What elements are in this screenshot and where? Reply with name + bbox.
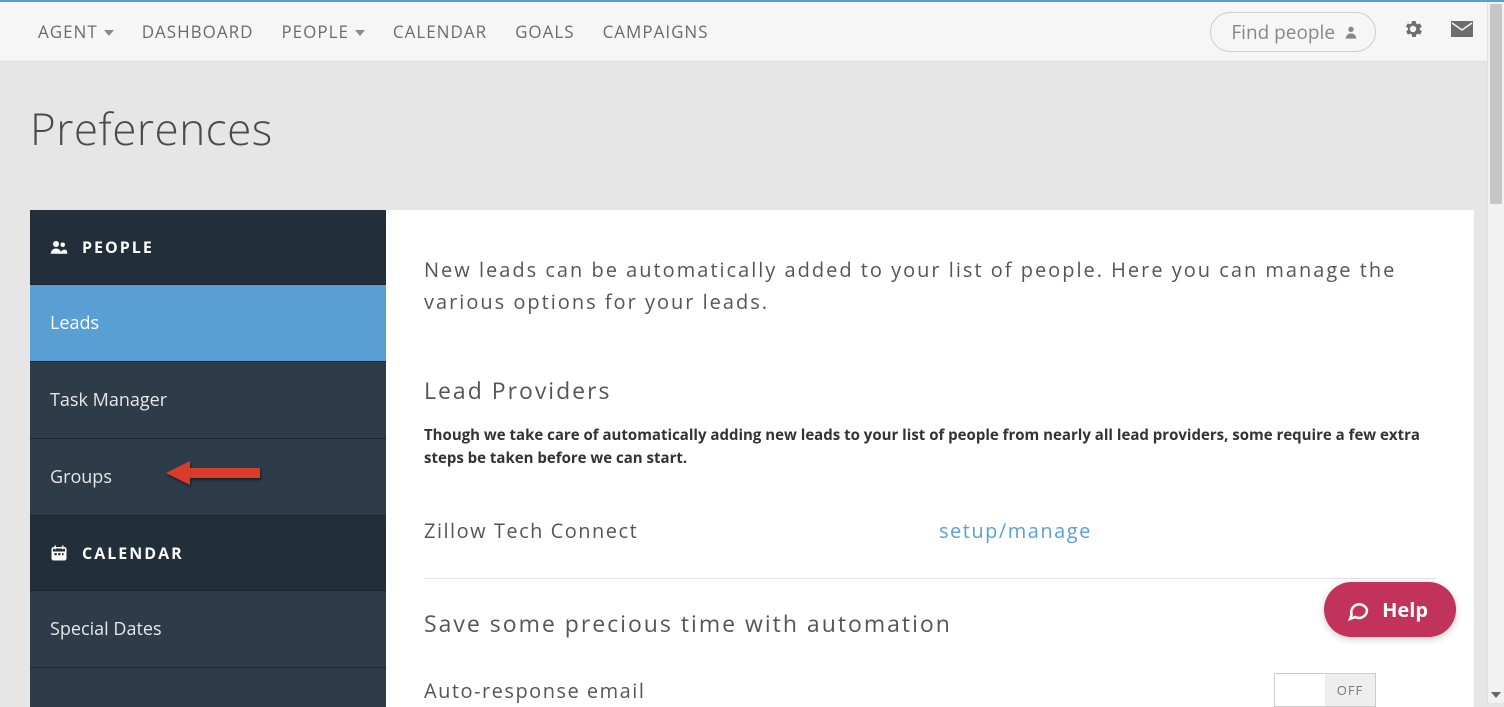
nav-goals-label: GOALS xyxy=(515,20,575,43)
content-wrap: PEOPLE Leads Task Manager Groups xyxy=(30,210,1474,707)
help-button[interactable]: Help xyxy=(1324,582,1456,637)
sidebar-section-calendar-label: CALENDAR xyxy=(82,542,184,564)
nav-campaigns[interactable]: CAMPAIGNS xyxy=(603,20,709,43)
envelope-icon xyxy=(1450,17,1474,41)
lead-providers-subtext: Though we take care of automatically add… xyxy=(424,424,1436,469)
top-nav-bar: AGENT DASHBOARD PEOPLE CALENDAR GOALS CA… xyxy=(0,0,1504,62)
find-people-button[interactable]: Find people xyxy=(1210,12,1376,52)
mail-button[interactable] xyxy=(1450,17,1474,46)
chevron-down-icon xyxy=(104,30,114,36)
sidebar-item-task-manager-label: Task Manager xyxy=(50,388,167,412)
nav-agent[interactable]: AGENT xyxy=(38,20,114,43)
auto-response-row: Auto-response email OFF xyxy=(424,673,1436,707)
auto-response-toggle[interactable]: OFF xyxy=(1274,673,1376,707)
find-people-label: Find people xyxy=(1231,19,1335,45)
chevron-down-icon xyxy=(1491,690,1501,700)
nav-people-label: PEOPLE xyxy=(281,20,348,43)
calendar-icon xyxy=(50,544,68,562)
main-nav: AGENT DASHBOARD PEOPLE CALENDAR GOALS CA… xyxy=(38,20,709,43)
vertical-scrollbar[interactable] xyxy=(1487,2,1504,703)
help-label: Help xyxy=(1382,596,1428,623)
chevron-down-icon xyxy=(355,30,365,36)
nav-dashboard[interactable]: DASHBOARD xyxy=(142,20,254,43)
sidebar-item-groups[interactable]: Groups xyxy=(30,439,386,516)
preferences-sidebar: PEOPLE Leads Task Manager Groups xyxy=(30,210,386,707)
nav-goals[interactable]: GOALS xyxy=(515,20,575,43)
sidebar-item-special-dates[interactable]: Special Dates xyxy=(30,591,386,668)
toggle-off-half: OFF xyxy=(1325,674,1375,706)
settings-button[interactable] xyxy=(1402,18,1424,45)
scrollbar-thumb[interactable] xyxy=(1490,4,1502,204)
people-icon xyxy=(50,238,68,256)
gear-icon xyxy=(1402,18,1424,40)
nav-campaigns-label: CAMPAIGNS xyxy=(603,20,709,43)
sidebar-section-people: PEOPLE xyxy=(30,210,386,285)
nav-calendar[interactable]: CALENDAR xyxy=(393,20,487,43)
lead-providers-title: Lead Providers xyxy=(424,374,1436,406)
sidebar-item-task-manager[interactable]: Task Manager xyxy=(30,362,386,439)
nav-people[interactable]: PEOPLE xyxy=(281,20,364,43)
provider-row-zillow: Zillow Tech Connect setup/manage xyxy=(424,517,1436,579)
page-title: Preferences xyxy=(0,62,1504,210)
toggle-on-half xyxy=(1275,674,1325,706)
sidebar-item-leads[interactable]: Leads xyxy=(30,285,386,362)
main-panel: New leads can be automatically added to … xyxy=(386,210,1474,707)
sidebar-item-leads-label: Leads xyxy=(50,311,99,335)
sidebar-item-special-dates-label: Special Dates xyxy=(50,617,162,641)
leads-intro-text: New leads can be automatically added to … xyxy=(424,254,1436,318)
sidebar-item-groups-label: Groups xyxy=(50,465,112,489)
scrollbar-down-arrow[interactable] xyxy=(1488,686,1504,703)
annotation-arrow-icon xyxy=(160,453,270,493)
chat-icon xyxy=(1346,598,1370,622)
provider-setup-link[interactable]: setup/manage xyxy=(939,517,1092,544)
person-icon xyxy=(1343,24,1359,40)
automation-section-title: Save some precious time with automation xyxy=(424,607,1436,639)
provider-name: Zillow Tech Connect xyxy=(424,517,939,544)
nav-dashboard-label: DASHBOARD xyxy=(142,20,254,43)
nav-agent-label: AGENT xyxy=(38,20,98,43)
nav-calendar-label: CALENDAR xyxy=(393,20,487,43)
sidebar-section-people-label: PEOPLE xyxy=(82,236,154,258)
topbar-right: Find people xyxy=(1210,12,1474,52)
sidebar-section-calendar: CALENDAR xyxy=(30,516,386,591)
auto-response-label: Auto-response email xyxy=(424,677,1274,704)
